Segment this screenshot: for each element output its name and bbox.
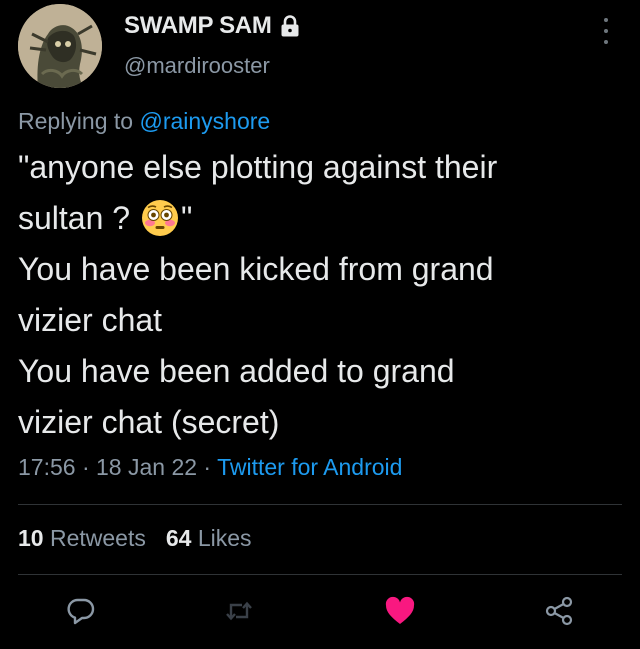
tweet-line: "anyone else plotting against their xyxy=(18,149,498,185)
tweet-line-text: " xyxy=(180,200,193,236)
avatar-image xyxy=(18,4,102,88)
flushed-face-emoji-icon xyxy=(141,199,179,237)
share-button[interactable] xyxy=(542,594,576,628)
tweet-line: vizier chat (secret) xyxy=(18,404,280,440)
reply-button[interactable] xyxy=(64,594,98,628)
display-name-text: SWAMP SAM xyxy=(124,12,272,39)
reply-icon xyxy=(67,598,95,625)
meta-separator: · xyxy=(75,454,97,480)
retweet-icon xyxy=(226,601,252,621)
tweet-text: "anyone else plotting against their sult… xyxy=(18,142,628,448)
tweet-line: You have been added to grand xyxy=(18,353,455,389)
reply-mention-link[interactable]: @rainyshore xyxy=(139,108,270,134)
retweets-count: 10 xyxy=(18,525,44,551)
author-handle[interactable]: @mardirooster xyxy=(124,53,270,79)
divider xyxy=(18,504,622,505)
tweet-line: You have been kicked from grand xyxy=(18,251,494,287)
tweet-time[interactable]: 17:56 xyxy=(18,454,76,480)
like-button[interactable] xyxy=(383,594,417,628)
heart-icon xyxy=(385,596,415,624)
tweet-meta: 17:56 · 18 Jan 22 · Twitter for Android xyxy=(18,454,402,481)
replying-to-label: Replying to xyxy=(18,108,134,134)
retweets-label: Retweets xyxy=(49,525,146,551)
share-icon xyxy=(545,596,573,626)
tweet-stats: 10 Retweets 64 Likes xyxy=(18,525,252,552)
action-bar xyxy=(0,594,640,628)
tweet-line: vizier chat xyxy=(18,302,163,338)
likes-count: 64 xyxy=(165,525,192,551)
author-display-name[interactable]: SWAMP SAM xyxy=(124,12,300,40)
avatar[interactable] xyxy=(18,4,102,88)
more-options-icon[interactable] xyxy=(596,18,616,44)
divider xyxy=(18,574,622,575)
tweet-line: sultan ? " xyxy=(18,193,628,244)
tweet-source-link[interactable]: Twitter for Android xyxy=(217,454,402,480)
likes-stat[interactable]: 64 Likes xyxy=(166,525,252,552)
retweet-button[interactable] xyxy=(222,594,256,628)
tweet-date[interactable]: 18 Jan 22 xyxy=(96,454,197,480)
lock-icon xyxy=(280,15,300,37)
retweets-stat[interactable]: 10 Retweets xyxy=(18,525,146,552)
likes-label: Likes xyxy=(197,525,252,551)
replying-to: Replying to @rainyshore xyxy=(18,108,270,135)
meta-separator: · xyxy=(197,454,218,480)
tweet-line-text: sultan ? xyxy=(18,200,139,236)
